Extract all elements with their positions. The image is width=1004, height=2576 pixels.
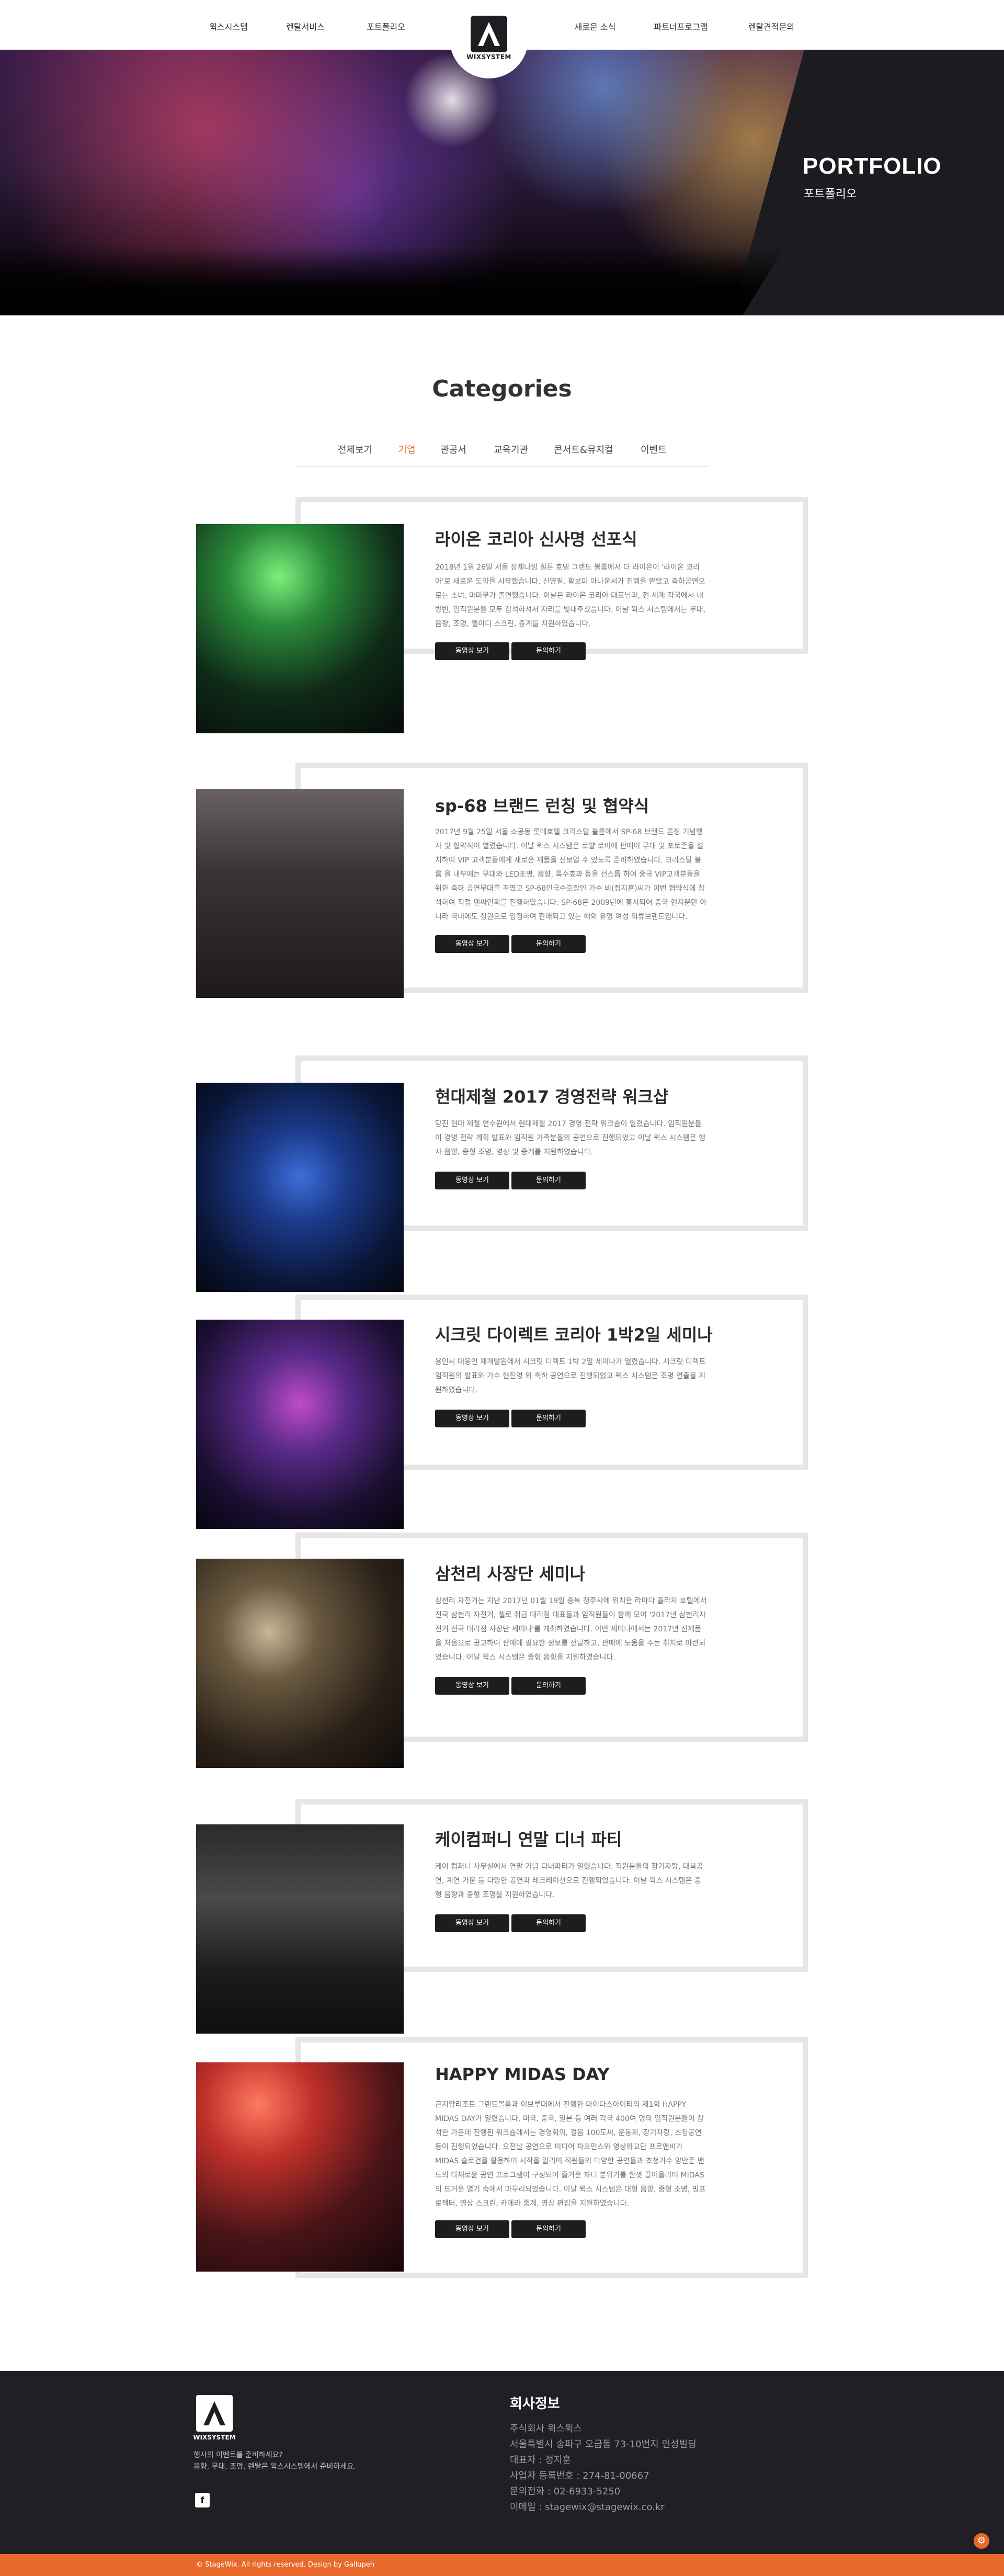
item-title: sp-68 브랜드 런칭 및 협약식 [435,796,649,816]
inquiry-button[interactable]: 문의하기 [511,642,586,660]
inquiry-button[interactable]: 문의하기 [511,1914,586,1932]
nav-item-quote[interactable]: 렌탈견적문의 [748,20,794,32]
footer-logo-text: WIXSYSTEM [193,2434,236,2441]
item-title: 현대제철 2017 경영전략 워크샵 [435,1087,669,1107]
item-photo[interactable] [196,2062,404,2272]
video-button[interactable]: 동영상 보기 [435,935,509,953]
crowd-silhouette [0,247,784,315]
category-tabs: 전체보기 기업 관공서 교육기관 콘서트&뮤지컬 이벤트 [295,439,709,467]
tab-concert-musical[interactable]: 콘서트&뮤지컬 [554,442,613,456]
company-name: 주식회사 윅스윅스 [510,2423,583,2434]
settings-gear-icon[interactable]: ⚙ [974,2533,989,2549]
tab-all[interactable]: 전체보기 [338,442,372,456]
item-description: 케이 컴퍼니 사무실에서 연말 기념 디너파티가 열렸습니다. 직원분들의 장기… [435,1863,703,1899]
copyright-bar: © StageWix. All rights reserved. Design … [0,2554,1004,2576]
video-button[interactable]: 동영상 보기 [435,1172,509,1189]
item-photo[interactable] [196,1824,404,2034]
company-address: 서울특별시 송파구 오금동 73-10번지 인성빌딩 [510,2439,697,2450]
item-description: 2017년 9월 25일 서울 소공동 롯데호텔 크리스탈 볼룸에서 SP-68… [435,828,707,921]
item-photo[interactable] [196,789,404,998]
company-info-title: 회사정보 [510,2396,560,2412]
contact-email[interactable]: 이메일 : stagewix@stagewix.co.kr [510,2500,665,2513]
nav-item-wixsystem[interactable]: 윅스시스템 [209,20,248,32]
item-description: 2018년 1월 26일 서울 잠제나잉 힐튼 호텔 그랜드 볼룸에서 더 라이… [435,563,706,628]
inquiry-button[interactable]: 문의하기 [511,1677,586,1695]
footer-tagline-secondary: 음향, 무대, 조명, 렌탈은 윅스시스템에서 준비하세요. [193,2462,356,2471]
company-ceo: 대표자 : 정지훈 [510,2455,571,2466]
video-button[interactable]: 동영상 보기 [435,1410,509,1427]
copyright-text: © StageWix. All rights reserved. Design … [196,2561,375,2569]
hero-subtitle: 포트폴리오 [804,188,857,201]
video-button[interactable]: 동영상 보기 [435,1677,509,1695]
logo-text: WIXSYSTEM [466,53,511,61]
hero-banner: PORTFOLIO 포트폴리오 [0,46,1004,315]
item-description: 삼천리 자전거는 지난 2017년 01월 19일 충북 청주시에 위치한 라마… [435,1597,707,1662]
tab-corporate[interactable]: 기업 [398,442,415,456]
item-photo[interactable] [196,1083,404,1292]
item-title: 라이온 코리아 신사명 선포식 [435,529,637,549]
inquiry-button[interactable]: 문의하기 [511,1172,586,1189]
item-title: 시크릿 다이렉트 코리아 1박2일 세미나 [435,1325,713,1345]
inquiry-button[interactable]: 문의하기 [511,2220,586,2238]
tab-event[interactable]: 이벤트 [641,442,667,456]
logo-mark-icon [471,16,507,52]
nav-item-rental[interactable]: 렌탈서비스 [286,20,325,32]
tab-government[interactable]: 관공서 [440,442,466,456]
nav-item-partner[interactable]: 파트너프로그램 [654,20,708,32]
item-description: 곤지암리조트 그랜드볼룸과 이브루대에서 진행한 마이다스아이티의 제1회 HA… [435,2101,706,2208]
nav-item-news[interactable]: 새로운 소식 [575,20,616,32]
tab-education[interactable]: 교육기관 [494,442,528,456]
business-number: 사업자 등록번호 : 274-81-00667 [510,2470,649,2481]
footer-tagline: 행사의 이벤트를 준비하세요? [193,2451,283,2459]
video-button[interactable]: 동영상 보기 [435,2220,509,2238]
hero-title: PORTFOLIO [803,153,942,179]
inquiry-button[interactable]: 문의하기 [511,1410,586,1427]
item-description: 당진 현대 제철 연수원에서 현대제철 2017 경영 전략 워크숍이 열렸습니… [435,1120,706,1156]
categories-title: Categories [432,376,572,402]
item-title: 삼천리 사장단 세미나 [435,1564,586,1584]
footer: WIXSYSTEM 행사의 이벤트를 준비하세요? 음향, 무대, 조명, 렌탈… [0,2371,1004,2554]
footer-logo[interactable] [196,2395,233,2432]
item-title: 케이컴퍼니 연말 디너 파티 [435,1830,622,1849]
nav-item-portfolio[interactable]: 포트폴리오 [367,20,405,32]
inquiry-button[interactable]: 문의하기 [511,935,586,953]
facebook-icon[interactable]: f [195,2493,210,2507]
item-photo[interactable] [196,1320,404,1529]
item-photo[interactable] [196,1559,404,1768]
video-button[interactable]: 동영상 보기 [435,1914,509,1932]
item-description: 용인시 대웅인 재개발원에서 시크릿 디렉트 1박 2일 세미나가 열렸습니다.… [435,1358,706,1394]
contact-phone: 문의전화 : 02-6933-5250 [510,2486,621,2497]
item-title: HAPPY MIDAS DAY [435,2064,610,2084]
video-button[interactable]: 동영상 보기 [435,642,509,660]
item-photo[interactable] [196,524,404,733]
logo[interactable]: WIXSYSTEM [450,0,528,78]
